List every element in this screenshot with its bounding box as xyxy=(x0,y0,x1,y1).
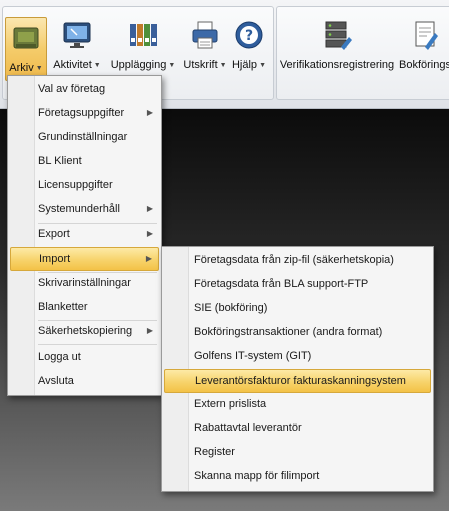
menu-item-label: Bokföringstransaktioner (andra format) xyxy=(194,326,383,338)
submenu-arrow-icon: ▶ xyxy=(146,204,153,213)
archive-icon xyxy=(13,27,39,49)
menu-item-label: Logga ut xyxy=(38,351,81,363)
submenu-item-bla-ftp[interactable]: Företagsdata från BLA support-FTP xyxy=(164,273,431,295)
menu-item-foretagsuppgifter[interactable]: Företagsuppgifter ▶ xyxy=(10,102,159,124)
ribbon-button-hjalp[interactable]: ? Hjälp ▼ xyxy=(229,15,269,85)
ribbon-group-accounting: Verifikationsregistrering Bokförings xyxy=(276,6,449,100)
binders-icon xyxy=(130,24,157,46)
menu-item-systemunderhall[interactable]: Systemunderhåll ▶ xyxy=(10,198,159,220)
ribbon-button-label: Aktivitet xyxy=(53,59,92,71)
server-edit-icon xyxy=(325,21,352,50)
menu-item-label: Företagsuppgifter xyxy=(38,107,125,119)
submenu-item-extern-prislista[interactable]: Extern prislista xyxy=(164,393,431,415)
ribbon-button-bokforings[interactable]: Bokförings xyxy=(395,15,449,85)
ribbon-button-utskrift[interactable]: Utskrift ▼ xyxy=(181,15,229,85)
submenu-item-rabattavtal[interactable]: Rabattavtal leverantör xyxy=(164,417,431,439)
menu-item-val-av-foretag[interactable]: Val av företag xyxy=(10,78,159,100)
import-submenu: Företagsdata från zip-fil (säkerhetskopi… xyxy=(161,246,434,492)
submenu-item-register[interactable]: Register xyxy=(164,441,431,463)
menu-item-label: Grundinställningar xyxy=(38,131,128,143)
menu-item-logga-ut[interactable]: Logga ut xyxy=(10,346,159,368)
menu-item-label: Skrivarinställningar xyxy=(38,277,131,289)
menu-item-label: Avsluta xyxy=(38,375,74,387)
ribbon-button-label: Verifikationsregistrering xyxy=(279,59,395,71)
menu-item-label: Systemunderhåll xyxy=(38,203,120,215)
submenu-item-leverantorsfakturor[interactable]: Leverantörsfakturor fakturaskanningsyste… xyxy=(164,369,431,393)
ribbon-button-label: Arkiv xyxy=(9,62,34,74)
chevron-down-icon: ▼ xyxy=(168,62,176,69)
menu-item-label: SIE (bokföring) xyxy=(194,302,268,314)
menu-item-label: Golfens IT-system (GIT) xyxy=(194,350,312,362)
submenu-arrow-icon: ▶ xyxy=(145,254,152,263)
menu-item-label: Import xyxy=(39,253,71,265)
menu-item-label: Företagsdata från zip-fil (säkerhetskopi… xyxy=(194,254,394,266)
menu-item-sakerhetskopiering[interactable]: Säkerhetskopiering ▶ xyxy=(10,320,159,342)
menu-separator xyxy=(38,344,157,345)
submenu-arrow-icon: ▶ xyxy=(146,229,153,238)
chevron-down-icon: ▼ xyxy=(35,65,43,72)
menu-item-label: Skanna mapp för filimport xyxy=(194,470,320,482)
menu-item-licensuppgifter[interactable]: Licensuppgifter xyxy=(10,174,159,196)
menu-item-label: Register xyxy=(194,446,235,458)
menu-item-label: Säkerhetskopiering xyxy=(38,325,133,337)
submenu-arrow-icon: ▶ xyxy=(146,326,153,335)
ribbon-button-label: Utskrift xyxy=(183,59,218,71)
chevron-down-icon: ▼ xyxy=(219,62,227,69)
menu-item-blanketter[interactable]: Blanketter xyxy=(10,296,159,318)
arkiv-menu: Val av företag Företagsuppgifter ▶ Grundi… xyxy=(7,75,162,396)
menu-item-skrivarinstallningar[interactable]: Skrivarinställningar xyxy=(10,272,159,294)
submenu-item-sie[interactable]: SIE (bokföring) xyxy=(164,297,431,319)
menu-item-label: Företagsdata från BLA support-FTP xyxy=(194,278,369,290)
menu-item-import[interactable]: Import ▶ xyxy=(10,247,159,271)
menu-item-grundinstallningar[interactable]: Grundinställningar xyxy=(10,126,159,148)
help-icon: ? xyxy=(235,21,263,49)
menu-item-bl-klient[interactable]: BL Klient xyxy=(10,150,159,172)
ribbon-button-label: Upplägging xyxy=(110,59,167,71)
ribbon-button-arkiv[interactable]: Arkiv ▼ xyxy=(5,17,47,81)
ribbon-button-label: Hjälp xyxy=(231,59,258,71)
menu-item-label: Val av företag xyxy=(38,83,106,95)
menu-item-label: BL Klient xyxy=(38,155,82,167)
menu-item-export[interactable]: Export ▶ xyxy=(10,223,159,245)
ribbon-button-verifikationsregistrering[interactable]: Verifikationsregistrering xyxy=(279,15,395,85)
menu-item-avsluta[interactable]: Avsluta xyxy=(10,370,159,392)
chevron-down-icon: ▼ xyxy=(259,62,266,69)
menu-item-label: Extern prislista xyxy=(194,398,267,410)
menu-item-label: Licensuppgifter xyxy=(38,179,113,191)
document-pen-icon xyxy=(415,21,438,50)
menu-item-label: Leverantörsfakturor fakturaskanningsyste… xyxy=(195,375,406,387)
chevron-down-icon: ▼ xyxy=(93,62,101,69)
svg-text:?: ? xyxy=(245,28,253,44)
menu-item-label: Blanketter xyxy=(38,301,88,313)
submenu-arrow-icon: ▶ xyxy=(146,108,153,117)
submenu-item-bokforingstransaktioner[interactable]: Bokföringstransaktioner (andra format) xyxy=(164,321,431,343)
submenu-item-zip-backup[interactable]: Företagsdata från zip-fil (säkerhetskopi… xyxy=(164,249,431,271)
monitor-icon xyxy=(63,22,91,48)
menu-item-label: Export xyxy=(38,228,70,240)
menu-item-label: Rabattavtal leverantör xyxy=(194,422,302,434)
submenu-item-skanna-mapp[interactable]: Skanna mapp för filimport xyxy=(164,465,431,487)
ribbon-button-label: Bokförings xyxy=(399,59,449,71)
submenu-item-golfens-git[interactable]: Golfens IT-system (GIT) xyxy=(164,345,431,367)
printer-icon xyxy=(192,21,218,49)
